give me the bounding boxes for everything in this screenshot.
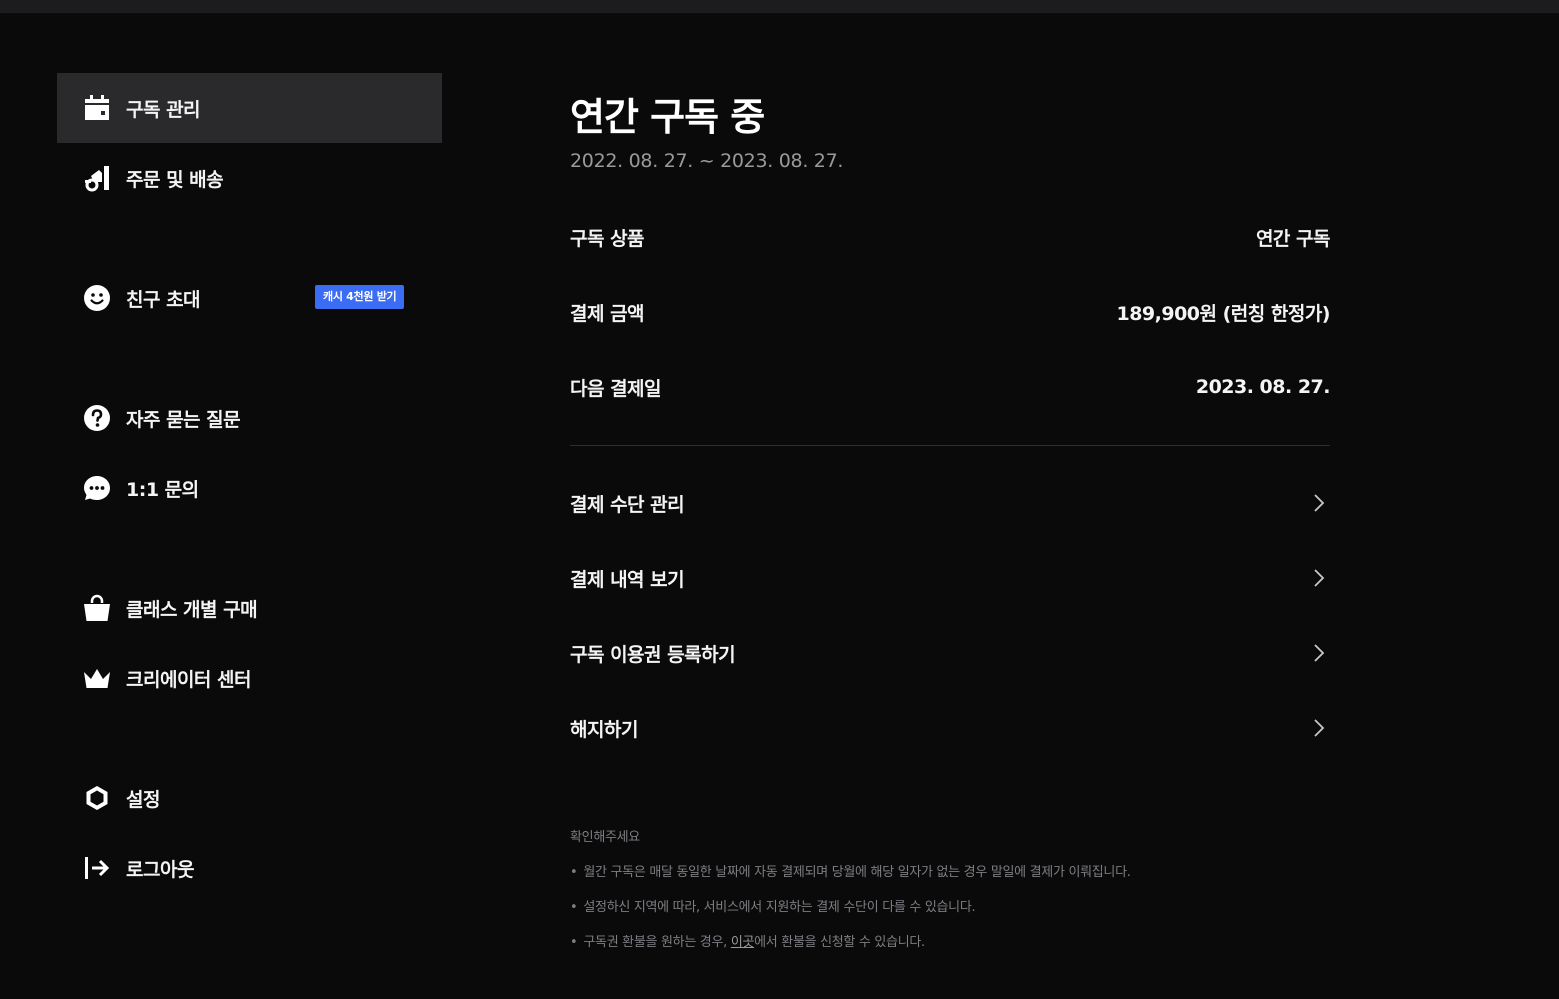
notice-line: • 설정하신 지역에 따라, 서비스에서 지원하는 결제 수단이 다를 수 있습니… (570, 896, 976, 915)
smile-icon (83, 284, 111, 312)
sidebar-item-settings[interactable]: 설정 (57, 763, 442, 833)
chat-icon (83, 474, 111, 502)
info-value: 2023. 08. 27. (1195, 376, 1331, 398)
cancel-subscription-button[interactable]: 해지하기 (570, 708, 1330, 748)
bullet: • (570, 865, 578, 880)
payment-history-button[interactable]: 결제 내역 보기 (570, 558, 1330, 598)
info-label: 결제 금액 (570, 302, 645, 325)
divider (570, 445, 1330, 446)
notice-line: • 구독권 환불을 원하는 경우, 이곳에서 환불을 신청할 수 있습니다. (570, 931, 925, 950)
manage-payment-method-button[interactable]: 결제 수단 관리 (570, 483, 1330, 523)
info-label: 구독 상품 (570, 227, 645, 250)
page-title: 연간 구독 중 (570, 95, 765, 139)
notice-title: 확인해주세요 (570, 830, 640, 845)
action-label: 해지하기 (570, 718, 638, 741)
chevron-right-icon (1312, 718, 1326, 738)
info-row-product: 구독 상품 연간 구독 (570, 222, 1331, 252)
register-voucher-button[interactable]: 구독 이용권 등록하기 (570, 633, 1330, 673)
sidebar-item-label: 클래스 개별 구매 (126, 598, 258, 621)
refund-link[interactable]: 이곳 (731, 935, 755, 950)
action-label: 구독 이용권 등록하기 (570, 643, 736, 666)
chevron-right-icon (1312, 643, 1326, 663)
info-label: 다음 결제일 (570, 377, 662, 400)
sidebar-item-faq[interactable]: 자주 묻는 질문 (57, 383, 442, 453)
subscription-period: 2022. 08. 27. ~ 2023. 08. 27. (570, 150, 844, 172)
sidebar-item-label: 크리에이터 센터 (126, 668, 251, 691)
action-label: 결제 수단 관리 (570, 493, 685, 516)
sidebar-item-orders[interactable]: 주문 및 배송 (57, 143, 442, 213)
notice-text: 구독권 환불을 원하는 경우, (583, 935, 731, 950)
question-icon (83, 404, 111, 432)
chevron-right-icon (1312, 568, 1326, 588)
action-label: 결제 내역 보기 (570, 568, 685, 591)
sidebar-item-subscription[interactable]: 구독 관리 (57, 73, 442, 143)
sidebar-item-creator-center[interactable]: 크리에이터 센터 (57, 643, 442, 713)
cash-reward-badge[interactable]: 캐시 4천원 받기 (315, 285, 405, 309)
notice-line: • 월간 구독은 매달 동일한 날짜에 자동 결제되며 당월에 해당 일자가 없는… (570, 861, 1131, 880)
info-row-amount: 결제 금액 189,900원 (런칭 한정가) (570, 297, 1330, 327)
info-value: 189,900원 (런칭 한정가) (1116, 302, 1330, 325)
bullet: • (570, 900, 578, 915)
info-value: 연간 구독 (1255, 227, 1331, 250)
top-bar (0, 0, 1559, 13)
sidebar-item-label: 주문 및 배송 (126, 168, 224, 191)
sidebar-item-invite[interactable]: 친구 초대 캐시 4천원 받기 (57, 263, 442, 333)
sidebar-item-label: 친구 초대 (126, 288, 201, 311)
sidebar-item-logout[interactable]: 로그아웃 (57, 833, 442, 903)
sidebar-item-label: 구독 관리 (126, 98, 201, 121)
sidebar-item-class-purchase[interactable]: 클래스 개별 구매 (57, 573, 442, 643)
logout-icon (83, 854, 111, 882)
delivery-icon (83, 164, 111, 192)
notice-text: 설정하신 지역에 따라, 서비스에서 지원하는 결제 수단이 다를 수 있습니다… (583, 900, 976, 915)
settings-icon (83, 784, 111, 812)
sidebar-item-inquiry[interactable]: 1:1 문의 (57, 453, 442, 523)
chevron-right-icon (1312, 493, 1326, 513)
calendar-icon (83, 94, 111, 122)
notice-text: 월간 구독은 매달 동일한 날짜에 자동 결제되며 당월에 해당 일자가 없는 … (583, 865, 1131, 880)
shopping-bag-icon (83, 594, 111, 622)
bullet: • (570, 935, 578, 950)
info-row-next-payment: 다음 결제일 2023. 08. 27. (570, 372, 1331, 402)
sidebar-item-label: 자주 묻는 질문 (126, 408, 241, 431)
sidebar-item-label: 설정 (126, 788, 160, 811)
crown-icon (83, 664, 111, 692)
sidebar-item-label: 로그아웃 (126, 858, 194, 881)
sidebar-item-label: 1:1 문의 (126, 478, 199, 501)
notice-text: 에서 환불을 신청할 수 있습니다. (754, 935, 925, 950)
